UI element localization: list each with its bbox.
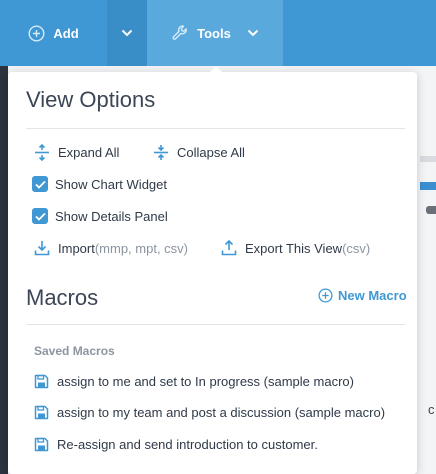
view-options-title: View Options [26,87,156,112]
saved-macro-label: Re-assign and send introduction to custo… [57,437,318,452]
background-row-fragment [420,156,436,162]
background-bar-fragment [426,206,436,214]
import-formats: (mmp, mpt, csv) [94,240,189,256]
show-details-panel-toggle[interactable]: Show Details Panel [32,208,168,224]
expand-all-button[interactable]: Expand All [34,144,119,161]
checkbox-checked-icon[interactable] [32,208,48,224]
background-bar-fragment [420,182,436,190]
tools-dropdown-panel: View Options Expand All Collapse All Sho… [8,72,417,474]
expand-all-label: Expand All [58,145,120,160]
chevron-down-icon [247,29,259,37]
background-text-fragment: c [428,402,435,417]
show-details-panel-label: Show Details Panel [55,208,168,224]
wrench-icon [171,24,189,42]
checkbox-checked-icon[interactable] [32,176,48,192]
background-left-panel [0,66,8,474]
save-icon [34,374,49,389]
save-icon [34,437,49,452]
collapse-all-button[interactable]: Collapse All [153,144,245,161]
import-button[interactable]: Import (mmp, mpt, csv) [34,240,188,256]
show-chart-widget-toggle[interactable]: Show Chart Widget [32,176,167,192]
saved-macros-heading: Saved Macros [34,344,115,358]
saved-macro-label: assign to me and set to In progress (sam… [57,374,354,389]
expand-icon [34,144,50,161]
top-toolbar: Add Tools [0,0,436,66]
divider [26,324,405,325]
saved-macro-item[interactable]: assign to my team and post a discussion … [34,405,385,420]
saved-macro-label: assign to my team and post a discussion … [57,405,386,420]
new-macro-button[interactable]: New Macro [318,288,407,303]
plus-circle-icon [28,24,45,42]
show-chart-widget-label: Show Chart Widget [55,176,167,192]
new-macro-label: New Macro [338,288,407,303]
chevron-down-icon [121,29,133,37]
collapse-icon [153,144,169,161]
plus-circle-icon [318,288,333,303]
add-button[interactable]: Add [0,0,107,66]
download-icon [34,240,50,256]
dropdown-pointer [209,66,223,73]
export-format: (csv) [342,240,371,256]
tools-button-label: Tools [197,25,231,41]
upload-icon [221,240,237,256]
export-label: Export This View [245,240,343,256]
import-label: Import [58,240,95,256]
macros-title: Macros [26,285,99,310]
add-button-label: Add [53,25,79,41]
saved-macro-item[interactable]: Re-assign and send introduction to custo… [34,437,318,452]
save-icon [34,405,49,420]
divider [26,128,405,129]
export-view-button[interactable]: Export This View (csv) [221,240,370,256]
saved-macro-item[interactable]: assign to me and set to In progress (sam… [34,374,354,389]
add-dropdown-button[interactable] [107,0,147,66]
tools-button[interactable]: Tools [147,0,283,66]
collapse-all-label: Collapse All [177,145,245,160]
